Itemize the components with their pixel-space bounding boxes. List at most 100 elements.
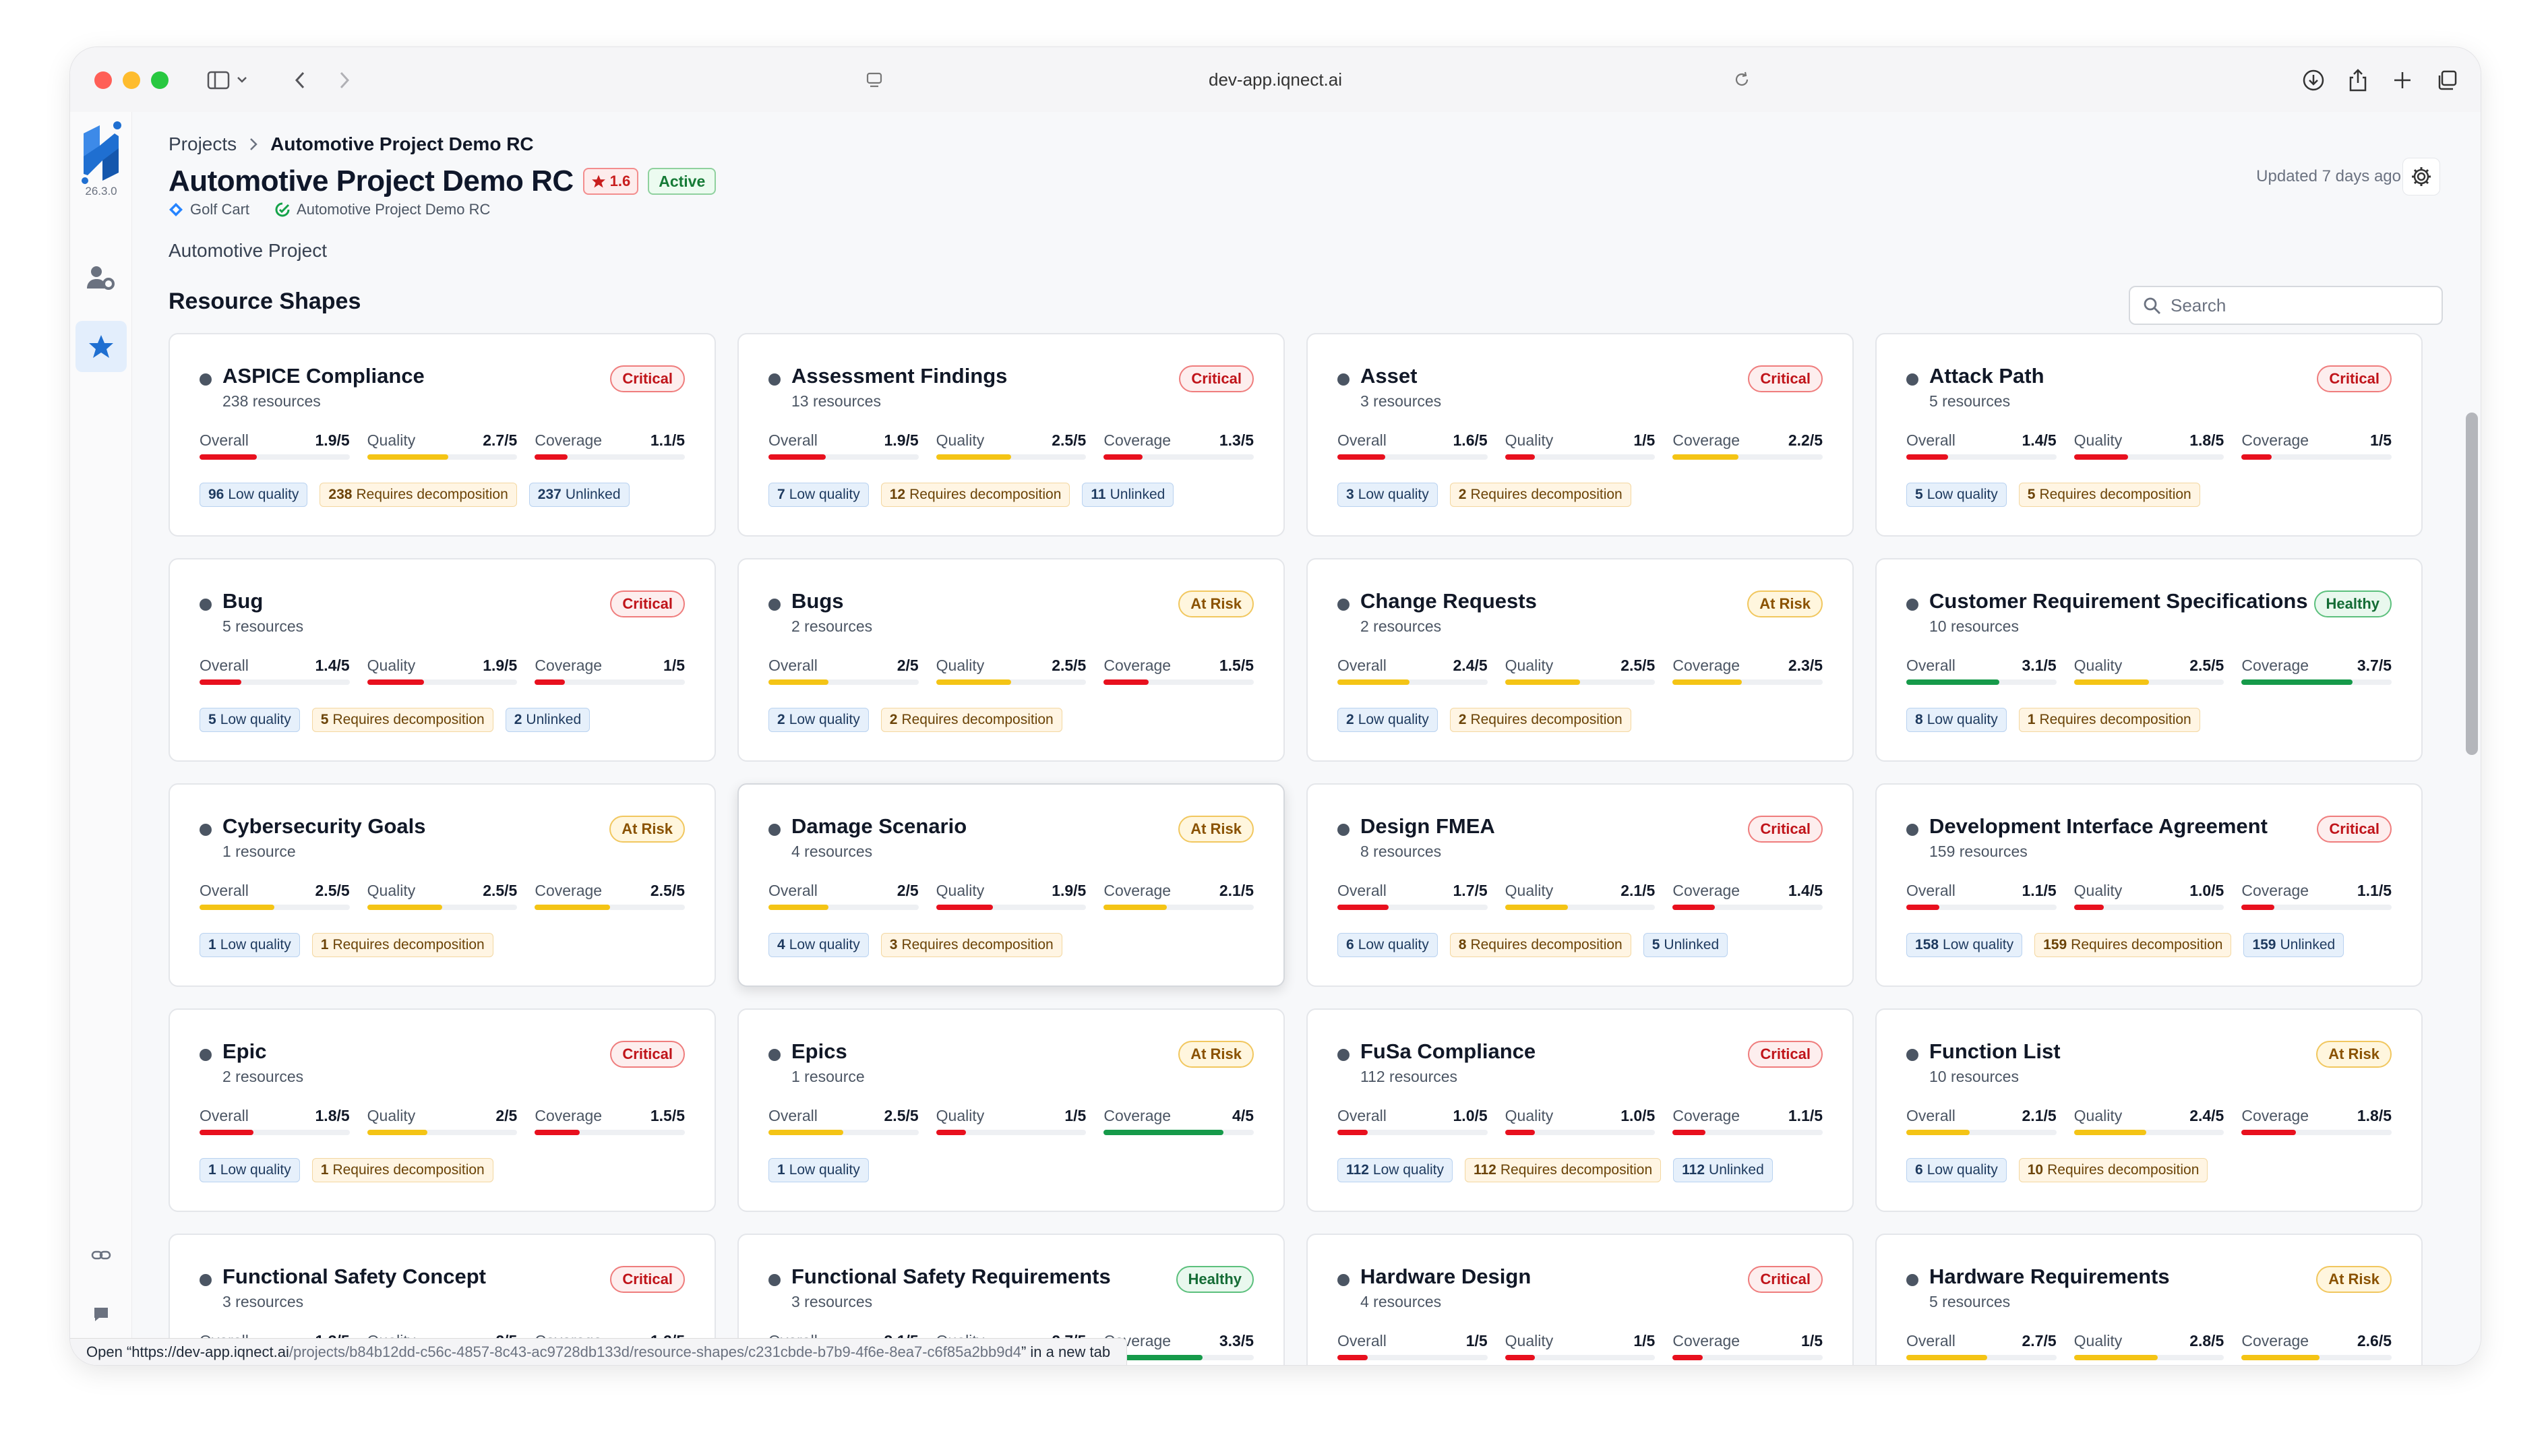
card-resource-count: 238 resources: [222, 392, 321, 410]
issue-tag[interactable]: 1 Requires decomposition: [311, 1158, 493, 1182]
issue-tag[interactable]: 5 Unlinked: [1643, 933, 1728, 957]
issue-tag[interactable]: 5 Low quality: [1906, 483, 2007, 507]
issue-tag[interactable]: 1 Requires decomposition: [2018, 708, 2200, 732]
metric-bar-fill: [367, 454, 448, 460]
scrollbar-thumb[interactable]: [2466, 413, 2478, 755]
issue-tag[interactable]: 5 Requires decomposition: [311, 708, 493, 732]
issue-tag[interactable]: 6 Low quality: [1906, 1158, 2007, 1182]
resource-shape-card[interactable]: Damage Scenario 4 resources At Risk Overall…: [737, 783, 1285, 987]
issue-tag[interactable]: 5 Low quality: [200, 708, 300, 732]
issue-tag[interactable]: 112 Requires decomposition: [1464, 1158, 1662, 1182]
issue-tag[interactable]: 6 Low quality: [1337, 933, 1438, 957]
resource-shape-card[interactable]: Development Interface Agreement 159 resou…: [1875, 783, 2423, 987]
issue-tag[interactable]: 11 Unlinked: [1082, 483, 1174, 507]
issue-tag[interactable]: 4 Low quality: [768, 933, 869, 957]
issue-tag[interactable]: 158 Low quality: [1906, 933, 2023, 957]
sidebar-item-feedback[interactable]: [86, 1300, 116, 1329]
issue-tag[interactable]: 7 Low quality: [768, 483, 869, 507]
metric-bar-fill: [1103, 905, 1167, 910]
resource-shape-card[interactable]: ASPICE Compliance 238 resources Critical Ov…: [169, 333, 716, 537]
downloads-button[interactable]: [2299, 63, 2328, 97]
minimize-window-button[interactable]: [123, 71, 140, 89]
resource-shape-card[interactable]: Attack Path 5 resources Critical Overall 1.4…: [1875, 333, 2423, 537]
issue-tag[interactable]: 2 Low quality: [1337, 708, 1438, 732]
sidebar-item-links[interactable]: [86, 1240, 116, 1270]
issue-tag[interactable]: 8 Requires decomposition: [1449, 933, 1631, 957]
zoom-window-button[interactable]: [151, 71, 169, 89]
issue-tag[interactable]: 2 Requires decomposition: [1449, 483, 1631, 507]
issue-tag[interactable]: 5 Requires decomposition: [2018, 483, 2200, 507]
meta-jira[interactable]: Golf Cart: [169, 201, 249, 218]
resource-shape-card[interactable]: Hardware Requirements 5 resources At Risk O…: [1875, 1234, 2423, 1365]
back-button[interactable]: [286, 63, 315, 97]
metric-bar-fill: [936, 1130, 967, 1135]
tag-count: 6: [1346, 937, 1354, 952]
issue-tag[interactable]: 12 Requires decomposition: [880, 483, 1070, 507]
metric-label: Quality: [936, 657, 985, 674]
issue-tag[interactable]: 2 Low quality: [768, 708, 869, 732]
metric-label: Quality: [2073, 1332, 2123, 1349]
issue-tag[interactable]: 1 Low quality: [200, 1158, 300, 1182]
metric-bar-fill: [2241, 679, 2353, 685]
issue-tag[interactable]: 10 Requires decomposition: [2018, 1158, 2208, 1182]
card-resource-count: 3 resources: [222, 1293, 304, 1310]
issue-tag[interactable]: 1 Requires decomposition: [311, 933, 493, 957]
issue-tag[interactable]: 2 Unlinked: [505, 708, 590, 732]
metric-bar-track: [2241, 905, 2392, 910]
search-input[interactable]: Search: [2129, 286, 2443, 325]
resource-shape-card[interactable]: Function List 10 resources At Risk Overall 2…: [1875, 1008, 2423, 1212]
issue-tag[interactable]: 3 Low quality: [1337, 483, 1438, 507]
issue-tag[interactable]: 3 Requires decomposition: [880, 933, 1062, 957]
metric-value: 1.5/5: [650, 1107, 686, 1124]
sidebar-toggle-button[interactable]: [200, 63, 259, 97]
iqnect-logo[interactable]: [77, 119, 125, 186]
metric-value: 1.0/5: [2189, 882, 2224, 899]
settings-button[interactable]: [2402, 158, 2440, 195]
metric-label: Coverage: [2241, 1107, 2309, 1124]
close-window-button[interactable]: [94, 71, 112, 89]
resource-shape-card[interactable]: Epics 1 resource At Risk Overall 2.5/5 Qualit…: [737, 1008, 1285, 1212]
chevron-left-icon: [295, 71, 305, 89]
app-version: 26.3.0: [85, 185, 117, 198]
resource-shape-card[interactable]: Hardware Design 4 resources Critical Overal…: [1306, 1234, 1854, 1365]
metric-value: 1.9/5: [483, 657, 518, 674]
share-button[interactable]: [2343, 63, 2373, 97]
resource-shape-card[interactable]: Bug 5 resources Critical Overall 1.4/5 Qualit…: [169, 558, 716, 762]
resource-shape-card[interactable]: Design FMEA 8 resources Critical Overall 1.7…: [1306, 783, 1854, 987]
new-tab-button[interactable]: [2388, 63, 2417, 97]
issue-tag[interactable]: 112 Low quality: [1337, 1158, 1453, 1182]
card-metrics: Overall 2.1/5 Quality 2.4/5 Coverage 1.8/5: [1906, 1107, 2392, 1136]
meta-source[interactable]: Automotive Project Demo RC: [275, 201, 490, 218]
resource-shape-card[interactable]: Change Requests 2 resources At Risk Overall…: [1306, 558, 1854, 762]
card-title: Bug: [222, 589, 264, 613]
tab-overview-button[interactable]: [2432, 63, 2462, 97]
resource-shape-card[interactable]: FuSa Compliance 112 resources Critical Over…: [1306, 1008, 1854, 1212]
tag-count: 1: [2027, 712, 2036, 727]
metric-label: Quality: [1505, 1107, 1554, 1124]
issue-tag[interactable]: 159 Requires decomposition: [2034, 933, 2232, 957]
resource-shape-card[interactable]: Customer Requirement Specifications 10 re…: [1875, 558, 2423, 762]
resource-shape-card[interactable]: Assessment Findings 13 resources Critical O…: [737, 333, 1285, 537]
sidebar-item-favorites[interactable]: [75, 321, 127, 372]
resource-shape-card[interactable]: Epic 2 resources Critical Overall 1.8/5 Quali…: [169, 1008, 716, 1212]
issue-tag[interactable]: 8 Low quality: [1906, 708, 2007, 732]
issue-tag[interactable]: 159 Unlinked: [2243, 933, 2344, 957]
issue-tag[interactable]: 238 Requires decomposition: [320, 483, 517, 507]
issue-tag[interactable]: 1 Low quality: [768, 1158, 869, 1182]
issue-tag[interactable]: 1 Low quality: [200, 933, 300, 957]
resource-shape-card[interactable]: Cybersecurity Goals 1 resource At Risk Over…: [169, 783, 716, 987]
resource-shape-card[interactable]: Asset 3 resources Critical Overall 1.6/5 Qual…: [1306, 333, 1854, 537]
sidebar-item-users[interactable]: [86, 263, 116, 293]
breadcrumb-projects-link[interactable]: Projects: [169, 133, 237, 155]
metric-bar-fill: [200, 679, 242, 685]
issue-tag[interactable]: 112 Unlinked: [1673, 1158, 1773, 1182]
issue-tag[interactable]: 2 Requires decomposition: [1449, 708, 1631, 732]
forward-button[interactable]: [329, 63, 359, 97]
issue-tag[interactable]: 2 Requires decomposition: [880, 708, 1062, 732]
issue-tag[interactable]: 237 Unlinked: [528, 483, 630, 507]
address-bar[interactable]: dev-app.iqnect.ai: [785, 59, 1766, 100]
metric-bar-fill: [1672, 1355, 1703, 1360]
metric-label: Quality: [1505, 882, 1554, 899]
resource-shape-card[interactable]: Bugs 2 resources At Risk Overall 2/5 Quality 2…: [737, 558, 1285, 762]
issue-tag[interactable]: 96 Low quality: [200, 483, 308, 507]
